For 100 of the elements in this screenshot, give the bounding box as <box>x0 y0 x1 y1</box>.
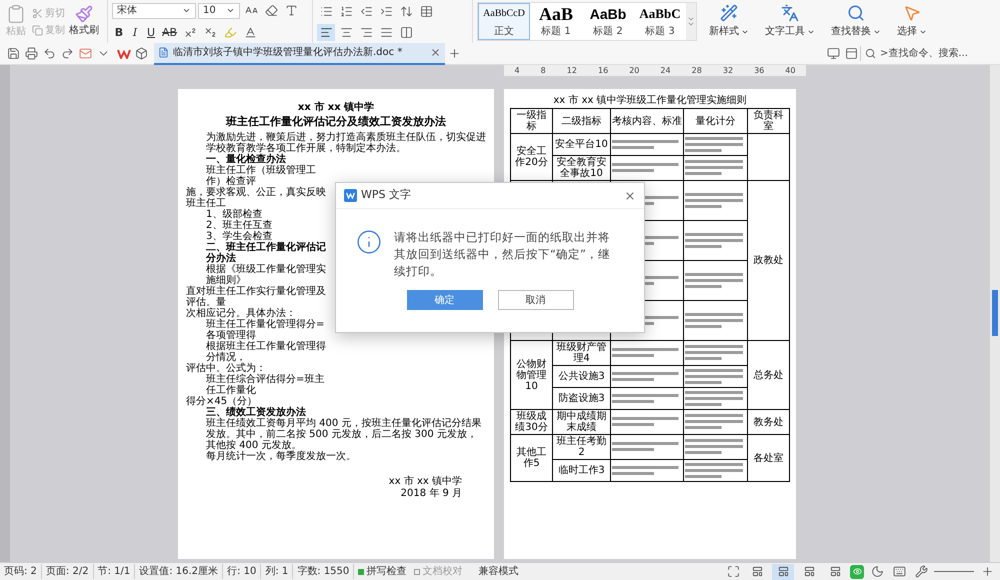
search-icon <box>865 48 876 59</box>
illegible-text-drawing <box>685 312 746 330</box>
style-preset[interactable]: AaBbCcD 正文 <box>478 3 530 40</box>
column-header: 一级指标 <box>510 108 552 134</box>
status-field: 页面: 2/2 <box>46 564 94 579</box>
table-cell: 班主任考勤2 <box>556 436 606 458</box>
table-cell: 班级成绩30分 <box>515 411 548 433</box>
align-icon <box>400 26 412 39</box>
style-preset[interactable]: AaBb 标题 2 <box>582 3 634 40</box>
illegible-text-drawing <box>685 462 746 480</box>
layout-icon <box>752 566 762 577</box>
ruler-number: 24 <box>660 66 671 76</box>
scissors-icon <box>32 8 43 18</box>
status-field: 设置值: 16.2厘米 <box>139 564 224 579</box>
style-preset[interactable]: AaBbC 标题 3 <box>634 3 686 40</box>
paragraph: 为激励先进，鞭策后进，努力打造高素质班主任队伍，切实促进学校教育教学各项工作开展，特制定本办法。 <box>205 132 486 154</box>
paragraph: 班主任工作（班级管理工作）检查评 <box>205 165 316 187</box>
table-cell: 安全教育安全事故10 <box>556 157 606 179</box>
layout-icon <box>778 566 788 577</box>
ruler-number: 40 <box>785 66 796 76</box>
align-button[interactable] <box>317 24 335 41</box>
illegible-text-drawing <box>685 390 746 408</box>
illegible-text-drawing <box>685 413 746 431</box>
clipboard-icon <box>6 4 26 24</box>
info-icon <box>356 229 382 255</box>
table-cell: 公共设施3 <box>558 371 605 382</box>
font-name-field[interactable]: 宋体 <box>112 2 196 18</box>
vertical-scrollbar[interactable] <box>990 65 1000 562</box>
ruler-number: 36 <box>754 66 764 76</box>
layout-icon <box>804 566 814 577</box>
align-icon <box>360 26 372 39</box>
paragraph: 2、班主任互查 <box>205 220 274 231</box>
document-tab[interactable]: 临清市刘垓子镇中学班级管理量化评估办法新.doc * <box>154 42 446 64</box>
paragraph: 次相应记分。具体办法： <box>186 308 297 319</box>
command-search-field[interactable]: >查找命令、搜索... <box>880 46 992 61</box>
new-style-button[interactable]: 新样式 <box>705 4 753 39</box>
close-icon[interactable] <box>624 190 636 202</box>
table-cell: 总务处 <box>754 370 784 380</box>
illegible-text-drawing <box>685 136 746 154</box>
illegible-text-drawing <box>685 272 746 290</box>
underline-button[interactable]: U <box>144 24 158 40</box>
view-button[interactable] <box>772 564 794 580</box>
dialog-title: WPS 文字 <box>361 187 411 204</box>
document-icon <box>158 47 169 58</box>
italic-button[interactable]: I <box>128 24 142 40</box>
document-title: 班主任工作量化评估记分及绩效工资发放办法 <box>224 114 447 130</box>
status-field: 行: 10 <box>227 564 262 579</box>
signature-line: 2018 年 9 月 <box>400 488 462 500</box>
paragraph: 根据《班级工作量化管理实施细则》 <box>206 264 327 286</box>
table-cell: 各处室 <box>754 452 784 464</box>
school-name: xx 市 xx 镇中学 <box>296 101 376 114</box>
ruler-number: 8 <box>540 66 546 76</box>
status-field: 字数: 1550 <box>297 564 354 579</box>
align-icon <box>320 26 332 39</box>
ruler-number: 16 <box>598 66 608 76</box>
column-header: 量化计分 <box>684 108 748 134</box>
style-preset[interactable]: AaB 标题 1 <box>530 3 582 40</box>
table-cell: 教务处 <box>754 416 784 428</box>
text-tools-button[interactable]: 文字工具 <box>761 4 819 39</box>
cancel-button[interactable]: 取消 <box>498 290 574 310</box>
input-method-icon <box>850 564 864 578</box>
find-replace-button[interactable]: 查找替换 <box>827 4 885 39</box>
paragraph: 评估中。公式为： <box>186 363 267 374</box>
font-size-field[interactable]: 10 <box>198 2 240 18</box>
paragraph: 班主任绩效工资每月平均 400 元，按班主任量化评估记分结果发放。其中，前二名按 500 元发放，后二名按 300 元发放，其他按 400 元发放。 <box>205 418 482 451</box>
paragraph: 施，要求客观、公正，真实反映班主任工 <box>186 187 327 209</box>
paragraph: 班主任工作量化管理得分=各项管理得 <box>205 319 326 341</box>
column-header: 负责科室 <box>748 108 790 134</box>
status-field: 页码: 2 <box>4 564 42 579</box>
wps-logo-icon <box>344 189 357 202</box>
ruler-number: 20 <box>629 66 640 76</box>
wand-icon <box>720 4 738 22</box>
table-cell: 其他工作5 <box>516 447 546 469</box>
table-title: xx 市 xx 镇中学班级工作量化管理实施细则 <box>552 95 748 107</box>
caret-icon <box>182 6 191 15</box>
select-button[interactable]: 选择 <box>893 4 931 39</box>
copy-icon <box>32 24 43 36</box>
table-cell: 安全平台10 <box>555 139 608 150</box>
paragraph: 3、学生会检查 <box>205 231 272 242</box>
format-painter-button[interactable]: 格式刷 <box>69 5 99 38</box>
paintbrush-icon <box>75 5 93 23</box>
signature-line: xx 市 xx 镇中学 <box>388 476 462 488</box>
table-cell: 期中成绩期末成绩 <box>556 411 606 433</box>
ruler-number: 32 <box>722 66 734 76</box>
ruler-number: 28 <box>692 66 702 76</box>
close-icon[interactable] <box>430 47 442 58</box>
paragraph: 每月统计一次，每季度发放一次。 <box>205 451 357 462</box>
table-cell: 公物财物管理10 <box>516 358 546 392</box>
translate-icon <box>781 4 799 22</box>
table-cell: 政教处 <box>754 255 784 266</box>
strikethrough-button[interactable]: AB <box>160 24 180 40</box>
paragraph: 得分×45（分） <box>186 396 258 407</box>
status-field: 节: 1/1 <box>98 564 136 579</box>
status-field: 列: 1 <box>265 564 294 579</box>
table-cell: 临时工作3 <box>558 465 605 476</box>
compatibility-mode: 兼容模式 <box>477 564 518 579</box>
illegible-text-drawing <box>685 368 746 386</box>
status-toggle[interactable]: 拼写检查 <box>358 564 410 579</box>
column-header: 考核内容、标准 <box>610 108 684 134</box>
bold-button[interactable]: B <box>112 24 126 40</box>
